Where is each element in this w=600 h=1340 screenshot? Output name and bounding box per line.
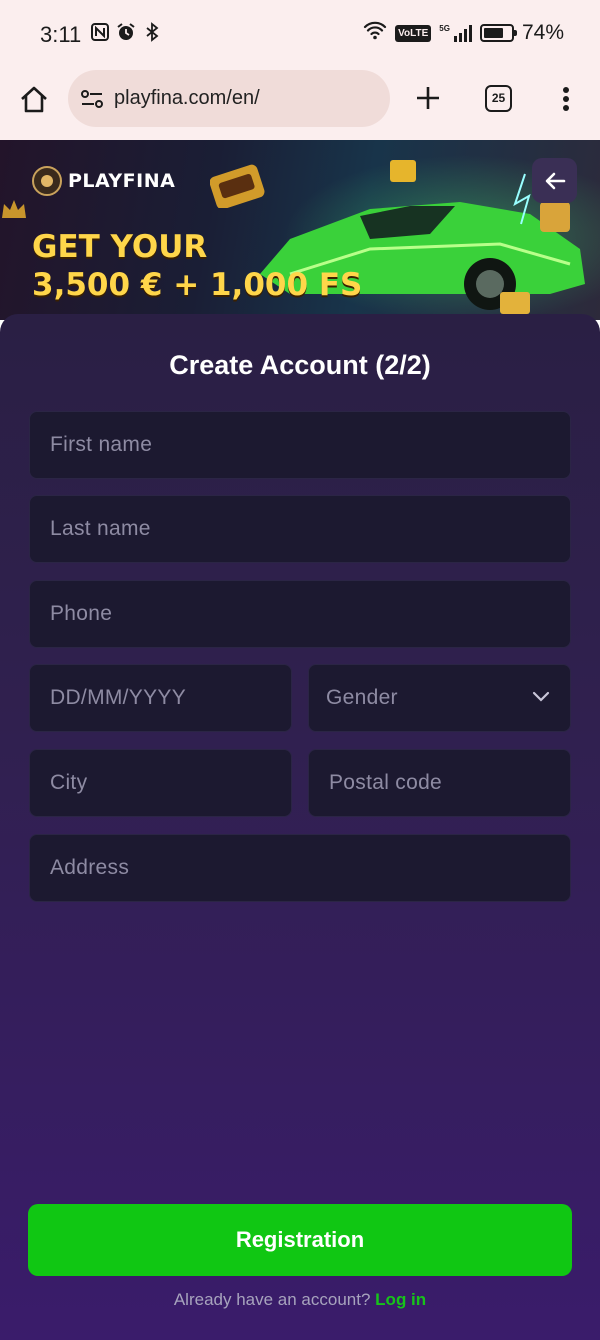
overflow-menu-icon[interactable] — [556, 84, 576, 114]
browser-toolbar: playfina.com/en/ 25 — [0, 68, 600, 140]
login-prompt-text: Already have an account? — [173, 1290, 371, 1309]
registration-button[interactable]: Registration — [28, 1204, 572, 1276]
login-prompt-line: Already have an account? Log in — [0, 1290, 600, 1310]
brand-logo[interactable]: PLAYFINA — [32, 166, 175, 196]
url-text: playfina.com/en/ — [114, 87, 260, 109]
phone-placeholder: Phone — [50, 602, 113, 625]
arrow-left-icon — [545, 172, 565, 189]
logo-text: PLAYFINA — [68, 170, 176, 192]
new-tab-icon[interactable] — [412, 82, 444, 114]
signal-icon: 5G — [439, 24, 472, 42]
status-right: VoLTE 5G 74% — [363, 20, 564, 46]
battery-icon — [479, 24, 517, 42]
alarm-icon — [116, 22, 136, 42]
volte-badge: VoLTE — [395, 24, 432, 42]
promo-line-1: GET YOUR — [32, 229, 208, 265]
form-title: Create Account (2/2) — [169, 350, 431, 380]
gender-label: Gender — [326, 686, 398, 709]
address-placeholder: Address — [50, 856, 130, 879]
nfc-icon — [90, 22, 110, 42]
home-icon[interactable] — [18, 84, 50, 116]
logo-icon — [32, 166, 62, 196]
slot-machine-image — [210, 164, 265, 208]
address-bar[interactable]: playfina.com/en/ — [68, 70, 390, 127]
first-name-field[interactable]: First name — [29, 411, 571, 479]
bluetooth-icon — [142, 22, 162, 42]
postal-code-field[interactable]: Postal code — [308, 749, 571, 817]
chevron-down-icon — [532, 691, 550, 702]
site-settings-icon[interactable] — [80, 89, 104, 109]
dob-placeholder: DD/MM/YYYY — [50, 686, 187, 709]
battery-percent: 74% — [521, 21, 564, 44]
status-bar: 3:11 VoLTE 5G 74% — [0, 0, 600, 68]
promo-line-2: 3,500 € + 1,000 FS — [32, 267, 363, 303]
first-name-placeholder: First name — [50, 433, 153, 456]
last-name-placeholder: Last name — [50, 517, 151, 540]
promo-banner: PLAYFINA GET YOUR 3,500 € + 1,000 FS — [0, 140, 600, 320]
date-of-birth-field[interactable]: DD/MM/YYYY — [29, 664, 292, 732]
wifi-icon — [363, 20, 387, 46]
gender-select[interactable]: Gender — [308, 664, 571, 732]
city-placeholder: City — [50, 771, 88, 794]
phone-field[interactable]: Phone — [29, 580, 571, 648]
registration-form: Create Account (2/2) First name Last nam… — [0, 314, 600, 1340]
login-link[interactable]: Log in — [375, 1290, 426, 1309]
status-time: 3:11 — [40, 22, 82, 47]
back-button[interactable] — [532, 158, 577, 203]
promo-text: GET YOUR 3,500 € + 1,000 FS — [32, 228, 362, 304]
address-field[interactable]: Address — [29, 834, 571, 902]
status-left-icons — [90, 22, 162, 42]
crown-image — [2, 200, 26, 218]
postal-code-placeholder: Postal code — [329, 771, 443, 794]
tab-switcher-button[interactable]: 25 — [485, 85, 512, 112]
last-name-field[interactable]: Last name — [29, 495, 571, 563]
city-field[interactable]: City — [29, 749, 292, 817]
